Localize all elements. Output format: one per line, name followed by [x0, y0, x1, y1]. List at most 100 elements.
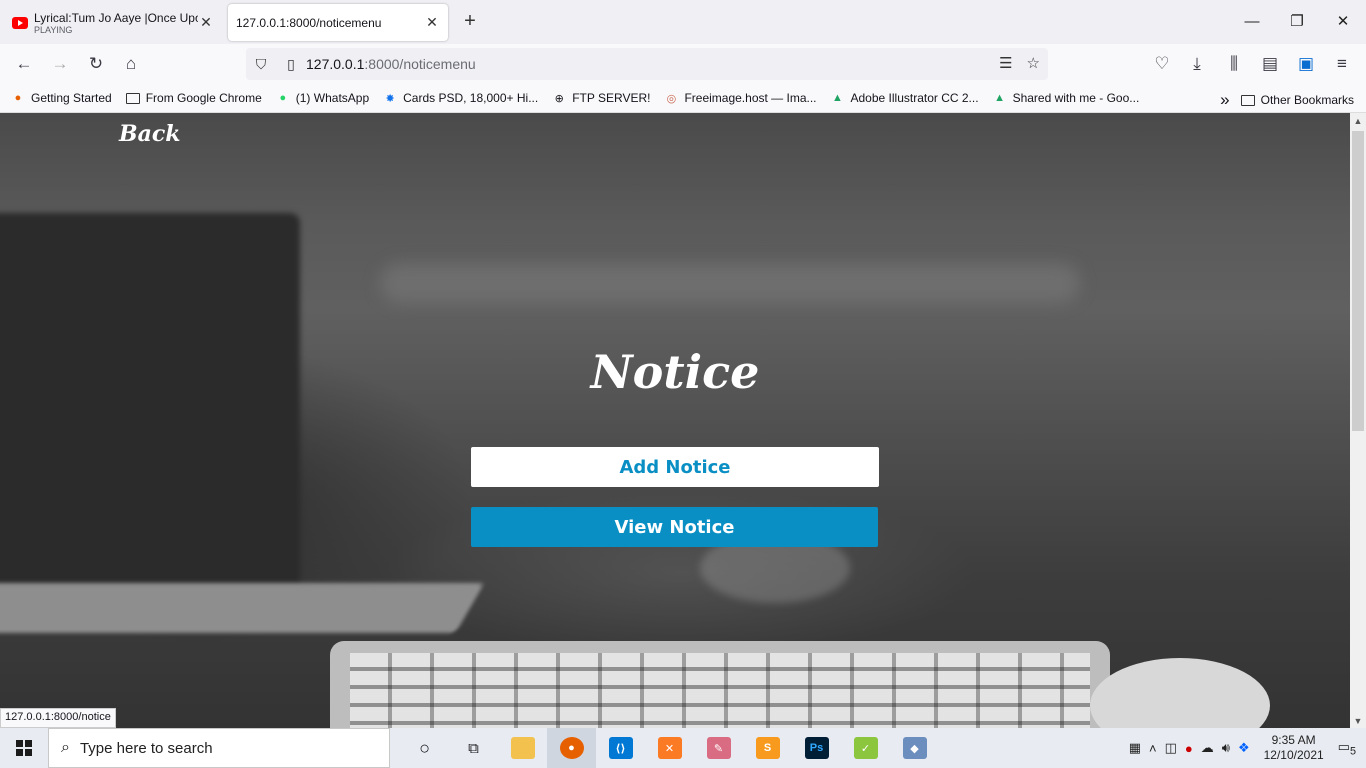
bookmark-adobe-illustrator[interactable]: ▲ Adobe Illustrator CC 2... [830, 91, 979, 105]
scroll-up-icon[interactable]: ▲ [1350, 113, 1366, 129]
bookmark-star-icon[interactable]: ☆ [1027, 54, 1040, 72]
background-keys [350, 653, 1090, 729]
task-view-icon[interactable]: ⧉ [449, 728, 498, 768]
bookmarks-overflow-icon[interactable]: » [1220, 90, 1229, 110]
close-window-button[interactable]: ✕ [1331, 10, 1355, 34]
library-icon[interactable]: ⫼ [1222, 52, 1246, 76]
youtube-icon [12, 16, 28, 29]
other-bookmarks-label: Other Bookmarks [1260, 93, 1354, 107]
google-drive-icon: ▲ [832, 92, 843, 104]
url-text[interactable]: 127.0.0.1:8000/noticemenu [306, 56, 476, 72]
whatsapp-icon: ● [279, 92, 287, 104]
reader-view-icon[interactable]: ☰ [999, 54, 1012, 72]
status-url: 127.0.0.1:8000/notice [0, 708, 116, 728]
sublime-icon[interactable]: S [743, 728, 792, 768]
news-icon[interactable]: ▦ [1129, 740, 1141, 756]
bookmark-cards-psd[interactable]: ✸ Cards PSD, 18,000+ Hi... [382, 91, 539, 105]
tab-playing-label: PLAYING [34, 24, 73, 35]
cortana-icon[interactable]: ○ [400, 728, 449, 768]
tab-youtube[interactable]: Lyrical:Tum Jo Aaye |Once Upon PLAYING ✕ [4, 4, 222, 41]
notepad-icon[interactable]: ✓ [841, 728, 890, 768]
notifications-icon[interactable]: ▭5 [1338, 739, 1356, 758]
menu-icon[interactable]: ≡ [1330, 52, 1354, 76]
scroll-down-icon[interactable]: ▼ [1350, 713, 1366, 729]
git-icon[interactable]: ◆ [890, 728, 939, 768]
shield-icon[interactable]: ⛉ [246, 56, 276, 73]
xampp-icon[interactable]: ✕ [645, 728, 694, 768]
clock-time: 9:35 AM [1271, 733, 1316, 747]
tab-close-icon[interactable]: ✕ [424, 14, 440, 31]
downloads-icon[interactable]: ⤓ [1185, 52, 1209, 76]
url-bar[interactable]: ⛉ ▯ 127.0.0.1:8000/noticemenu ☰ ☆ [246, 48, 1048, 80]
tab-title: Lyrical:Tum Jo Aaye |Once Upon [34, 10, 198, 25]
minimize-button[interactable]: — [1240, 10, 1264, 34]
globe-icon: ⊕ [554, 92, 564, 105]
clock-date: 12/10/2021 [1263, 748, 1324, 762]
background-laptop [0, 213, 300, 603]
add-notice-button[interactable]: Add Notice [471, 447, 879, 487]
search-placeholder: Type here to search [79, 739, 213, 757]
vertical-scrollbar[interactable]: ▲ ▼ [1350, 113, 1366, 729]
start-button[interactable] [0, 728, 48, 768]
maximize-button[interactable]: ❐ [1285, 10, 1309, 34]
meet-now-icon[interactable]: ◫ [1165, 740, 1177, 756]
windows-logo-icon [16, 740, 32, 756]
folder-icon [125, 91, 141, 105]
bookmark-label: (1) WhatsApp [295, 91, 370, 105]
firefox-icon: ● [14, 92, 22, 104]
page-title: Notice [590, 345, 760, 399]
volume-icon[interactable]: 🔊︎ [1222, 740, 1230, 756]
dropbox-icon[interactable]: ❖ [1238, 740, 1250, 756]
sidebar-icon[interactable]: ▤ [1258, 52, 1282, 76]
bookmark-freeimage[interactable]: ◎ Freeimage.host — Ima... [663, 91, 817, 105]
paint-icon[interactable]: ✎ [694, 728, 743, 768]
bookmark-shared-with-me[interactable]: ▲ Shared with me - Goo... [992, 91, 1140, 105]
vscode-icon[interactable]: ⟨⟩ [596, 728, 645, 768]
freepik-icon: ✸ [385, 92, 395, 105]
windows-taskbar: ⌕ Type here to search ○ ⧉ ● ⟨⟩ ✕ ✎ S Ps … [0, 728, 1366, 768]
bookmarks-bar: ● Getting Started From Google Chrome ● (1)… [0, 84, 1366, 113]
bookmark-label: Adobe Illustrator CC 2... [850, 91, 979, 105]
tab-noticemenu[interactable]: 127.0.0.1:8000/noticemenu ✕ [228, 4, 448, 41]
bookmark-label: FTP SERVER! [572, 91, 651, 105]
bookmark-getting-started[interactable]: ● Getting Started [10, 91, 112, 105]
file-explorer-icon[interactable] [498, 728, 547, 768]
bookmark-ftp-server[interactable]: ⊕ FTP SERVER! [551, 91, 651, 105]
bookmark-label: Getting Started [31, 91, 112, 105]
freeimage-icon: ◎ [666, 92, 677, 105]
other-bookmarks[interactable]: Other Bookmarks [1240, 93, 1354, 107]
clock[interactable]: 9:35 AM 12/10/2021 [1264, 733, 1324, 763]
tab-close-icon[interactable]: ✕ [198, 14, 214, 31]
tab-title: 127.0.0.1:8000/noticemenu [236, 15, 382, 30]
network-error-icon[interactable]: ● [1185, 741, 1193, 756]
pocket-icon[interactable]: ♡ [1150, 52, 1174, 76]
back-link[interactable]: Back [119, 121, 181, 147]
bookmark-label: Shared with me - Goo... [1012, 91, 1140, 105]
photoshop-icon[interactable]: Ps [792, 728, 841, 768]
chevron-up-icon[interactable]: ˄ [1149, 741, 1157, 756]
tab-strip: Lyrical:Tum Jo Aaye |Once Upon PLAYING ✕… [0, 0, 1366, 44]
onedrive-icon[interactable]: ☁ [1201, 740, 1214, 756]
back-arrow-icon[interactable]: ← [12, 52, 36, 76]
search-icon: ⌕ [61, 739, 70, 756]
bookmark-from-google-chrome[interactable]: From Google Chrome [125, 91, 262, 105]
url-path: :8000/noticemenu [364, 56, 476, 72]
new-tab-button[interactable]: + [458, 10, 482, 34]
bookmark-whatsapp[interactable]: ● (1) WhatsApp [275, 91, 369, 105]
firefox-icon[interactable]: ● [547, 728, 596, 768]
notification-count: 5 [1349, 745, 1356, 758]
reload-icon[interactable]: ↻ [84, 52, 108, 76]
bookmark-label: Freeimage.host — Ima... [684, 91, 817, 105]
system-tray: ▦ ˄ ◫ ● ☁ 🔊︎ ❖ 9:35 AM 12/10/2021 ▭5 [1129, 728, 1366, 768]
scrollbar-thumb[interactable] [1352, 131, 1364, 431]
home-icon[interactable]: ⌂ [119, 52, 143, 76]
extension-icon[interactable]: ▣ [1294, 52, 1318, 76]
url-host: 127.0.0.1 [306, 56, 365, 72]
page-icon[interactable]: ▯ [276, 56, 306, 73]
forward-arrow-icon[interactable]: → [48, 52, 72, 76]
google-drive-icon: ▲ [994, 92, 1005, 104]
view-notice-button[interactable]: View Notice [471, 507, 878, 547]
background-laptop-base [0, 583, 485, 633]
taskbar-search[interactable]: ⌕ Type here to search [48, 728, 390, 768]
folder-icon [1240, 93, 1256, 107]
